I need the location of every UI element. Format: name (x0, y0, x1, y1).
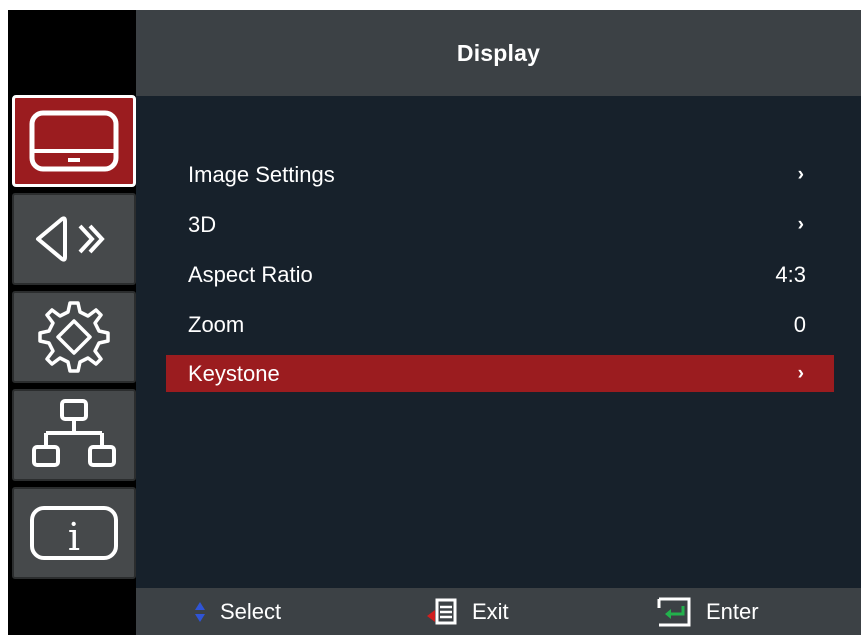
exit-icon (427, 598, 457, 624)
up-down-arrows-icon (195, 601, 205, 622)
sidebar-item-display[interactable] (12, 95, 136, 187)
info-icon: i (30, 506, 118, 560)
hint-enter-label: Enter (706, 598, 759, 624)
menu-item-keystone[interactable]: Keystone › (166, 355, 834, 392)
sidebar-item-info[interactable]: i (12, 487, 136, 579)
network-icon (32, 399, 116, 467)
sidebar-item-setup[interactable] (12, 291, 136, 383)
audio-icon (36, 216, 105, 262)
menu-item-label: 3D (188, 211, 217, 237)
menu-header: Display (136, 10, 861, 96)
osd-menu: i Display Image Settings › 3D › Aspect R… (8, 10, 861, 635)
menu-item-value: 4:3 (775, 261, 806, 287)
sidebar-item-network[interactable] (12, 389, 136, 481)
menu-item-label: Aspect Ratio (188, 261, 313, 287)
hint-exit: Exit (426, 588, 509, 635)
enter-icon (657, 597, 691, 626)
sidebar-item-audio[interactable] (12, 193, 136, 285)
menu-item-value: 0 (793, 311, 806, 337)
key-hint-bar: Select Exit Enter (136, 588, 861, 635)
setup-gear-icon (38, 301, 110, 373)
page-title: Display (456, 39, 541, 66)
menu-panel: Image Settings › 3D › Aspect Ratio 4:3 Z… (136, 96, 861, 588)
hint-exit-label: Exit (472, 598, 509, 624)
display-icon (29, 110, 119, 172)
menu-item-label: Zoom (188, 311, 245, 337)
menu-item-zoom[interactable]: Zoom 0 (166, 306, 834, 343)
hint-enter: Enter (656, 588, 759, 635)
menu-item-label: Keystone (188, 360, 280, 386)
menu-item-3d[interactable]: 3D › (166, 206, 834, 243)
chevron-right-icon: › (797, 213, 804, 235)
menu-item-aspect-ratio[interactable]: Aspect Ratio 4:3 (166, 256, 834, 293)
svg-text:i: i (68, 515, 80, 559)
hint-select: Select (194, 588, 281, 635)
menu-item-label: Image Settings (188, 161, 335, 187)
chevron-right-icon: › (797, 362, 804, 384)
chevron-right-icon: › (797, 163, 804, 185)
menu-item-image-settings[interactable]: Image Settings › (166, 156, 834, 193)
hint-select-label: Select (220, 598, 282, 624)
